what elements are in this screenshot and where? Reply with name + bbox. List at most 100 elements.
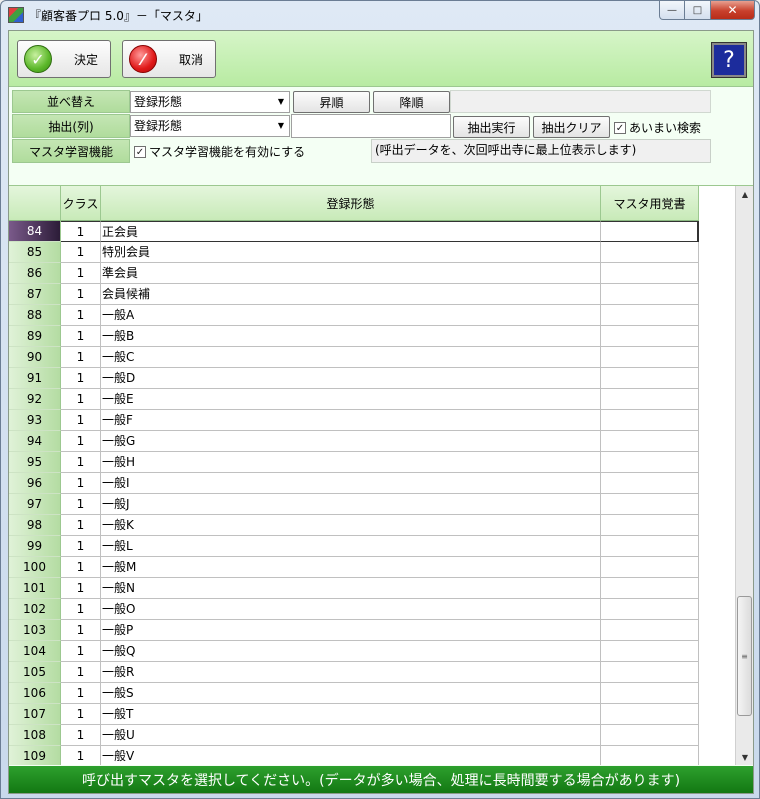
- table-row[interactable]: 89 1 一般B: [9, 326, 734, 347]
- table-row[interactable]: 104 1 一般Q: [9, 641, 734, 662]
- registration-type-cell[interactable]: 一般Q: [101, 641, 601, 662]
- row-number-cell[interactable]: 95: [9, 452, 61, 473]
- registration-type-cell[interactable]: 一般J: [101, 494, 601, 515]
- row-number-cell[interactable]: 98: [9, 515, 61, 536]
- table-row[interactable]: 92 1 一般E: [9, 389, 734, 410]
- registration-type-cell[interactable]: 一般C: [101, 347, 601, 368]
- vertical-scrollbar[interactable]: ▲ ≡ ▼: [735, 186, 753, 765]
- row-number-cell[interactable]: 100: [9, 557, 61, 578]
- registration-type-cell[interactable]: 一般L: [101, 536, 601, 557]
- class-cell[interactable]: 1: [61, 452, 101, 473]
- master-memo-cell[interactable]: [601, 368, 699, 389]
- table-row[interactable]: 108 1 一般U: [9, 725, 734, 746]
- master-memo-cell[interactable]: [601, 221, 699, 242]
- table-row[interactable]: 98 1 一般K: [9, 515, 734, 536]
- master-memo-cell[interactable]: [601, 305, 699, 326]
- master-memo-cell[interactable]: [601, 473, 699, 494]
- sort-column-select[interactable]: 登録形態 ▼: [130, 91, 290, 113]
- row-number-cell[interactable]: 97: [9, 494, 61, 515]
- cancel-button[interactable]: ⁄ 取消: [122, 40, 216, 78]
- row-number-cell[interactable]: 107: [9, 704, 61, 725]
- master-memo-cell[interactable]: [601, 557, 699, 578]
- row-number-cell[interactable]: 106: [9, 683, 61, 704]
- class-cell[interactable]: 1: [61, 431, 101, 452]
- class-cell[interactable]: 1: [61, 683, 101, 704]
- table-row[interactable]: 93 1 一般F: [9, 410, 734, 431]
- row-number-cell[interactable]: 91: [9, 368, 61, 389]
- registration-type-cell[interactable]: 一般B: [101, 326, 601, 347]
- master-memo-cell[interactable]: [601, 578, 699, 599]
- master-memo-cell[interactable]: [601, 284, 699, 305]
- registration-type-cell[interactable]: 一般P: [101, 620, 601, 641]
- class-cell[interactable]: 1: [61, 221, 101, 242]
- registration-type-cell[interactable]: 一般H: [101, 452, 601, 473]
- table-row[interactable]: 97 1 一般J: [9, 494, 734, 515]
- master-memo-cell[interactable]: [601, 242, 699, 263]
- scroll-down-icon[interactable]: ▼: [736, 749, 753, 765]
- row-number-cell[interactable]: 101: [9, 578, 61, 599]
- filter-column-select[interactable]: 登録形態 ▼: [130, 115, 290, 137]
- row-number-cell[interactable]: 102: [9, 599, 61, 620]
- table-row[interactable]: 88 1 一般A: [9, 305, 734, 326]
- class-cell[interactable]: 1: [61, 578, 101, 599]
- ok-button[interactable]: ✓ 決定: [17, 40, 111, 78]
- table-row[interactable]: 103 1 一般P: [9, 620, 734, 641]
- class-cell[interactable]: 1: [61, 620, 101, 641]
- fuzzy-search-checkbox[interactable]: ✓ あいまい検索: [614, 119, 701, 136]
- table-row[interactable]: 101 1 一般N: [9, 578, 734, 599]
- row-number-cell[interactable]: 105: [9, 662, 61, 683]
- row-number-cell[interactable]: 92: [9, 389, 61, 410]
- header-class[interactable]: クラス: [61, 186, 101, 221]
- table-row[interactable]: 91 1 一般D: [9, 368, 734, 389]
- registration-type-cell[interactable]: 一般F: [101, 410, 601, 431]
- minimize-button[interactable]: —: [659, 1, 685, 20]
- master-memo-cell[interactable]: [601, 452, 699, 473]
- master-memo-cell[interactable]: [601, 410, 699, 431]
- row-number-cell[interactable]: 108: [9, 725, 61, 746]
- table-row[interactable]: 105 1 一般R: [9, 662, 734, 683]
- table-row[interactable]: 94 1 一般G: [9, 431, 734, 452]
- registration-type-cell[interactable]: 一般E: [101, 389, 601, 410]
- class-cell[interactable]: 1: [61, 704, 101, 725]
- class-cell[interactable]: 1: [61, 368, 101, 389]
- class-cell[interactable]: 1: [61, 662, 101, 683]
- row-number-cell[interactable]: 86: [9, 263, 61, 284]
- master-memo-cell[interactable]: [601, 704, 699, 725]
- table-row[interactable]: 90 1 一般C: [9, 347, 734, 368]
- class-cell[interactable]: 1: [61, 263, 101, 284]
- class-cell[interactable]: 1: [61, 746, 101, 765]
- maximize-button[interactable]: □: [685, 1, 711, 20]
- registration-type-cell[interactable]: 一般D: [101, 368, 601, 389]
- row-number-cell[interactable]: 90: [9, 347, 61, 368]
- class-cell[interactable]: 1: [61, 410, 101, 431]
- clear-filter-button[interactable]: 抽出クリア: [533, 116, 610, 138]
- close-button[interactable]: ✕: [711, 1, 755, 20]
- master-memo-cell[interactable]: [601, 746, 699, 765]
- registration-type-cell[interactable]: 一般S: [101, 683, 601, 704]
- class-cell[interactable]: 1: [61, 494, 101, 515]
- registration-type-cell[interactable]: 特別会員: [101, 242, 601, 263]
- class-cell[interactable]: 1: [61, 305, 101, 326]
- master-memo-cell[interactable]: [601, 599, 699, 620]
- registration-type-cell[interactable]: 一般A: [101, 305, 601, 326]
- master-memo-cell[interactable]: [601, 662, 699, 683]
- master-memo-cell[interactable]: [601, 641, 699, 662]
- table-row[interactable]: 95 1 一般H: [9, 452, 734, 473]
- class-cell[interactable]: 1: [61, 641, 101, 662]
- master-memo-cell[interactable]: [601, 431, 699, 452]
- class-cell[interactable]: 1: [61, 536, 101, 557]
- registration-type-cell[interactable]: 一般V: [101, 746, 601, 765]
- table-row[interactable]: 107 1 一般T: [9, 704, 734, 725]
- ascending-button[interactable]: 昇順: [293, 91, 370, 113]
- registration-type-cell[interactable]: 一般N: [101, 578, 601, 599]
- table-row[interactable]: 87 1 会員候補: [9, 284, 734, 305]
- app-icon[interactable]: [8, 7, 24, 23]
- table-row[interactable]: 106 1 一般S: [9, 683, 734, 704]
- run-filter-button[interactable]: 抽出実行: [453, 116, 530, 138]
- title-bar[interactable]: 『顧客番プロ 5.0』－「マスタ」 — □ ✕: [1, 1, 759, 29]
- master-grid[interactable]: クラス 登録形態 マスタ用覚書 84 1 正会員 85 1 特別会員 86 1 準会員 87 1 会員…: [9, 185, 753, 765]
- row-number-cell[interactable]: 99: [9, 536, 61, 557]
- class-cell[interactable]: 1: [61, 326, 101, 347]
- class-cell[interactable]: 1: [61, 557, 101, 578]
- master-memo-cell[interactable]: [601, 263, 699, 284]
